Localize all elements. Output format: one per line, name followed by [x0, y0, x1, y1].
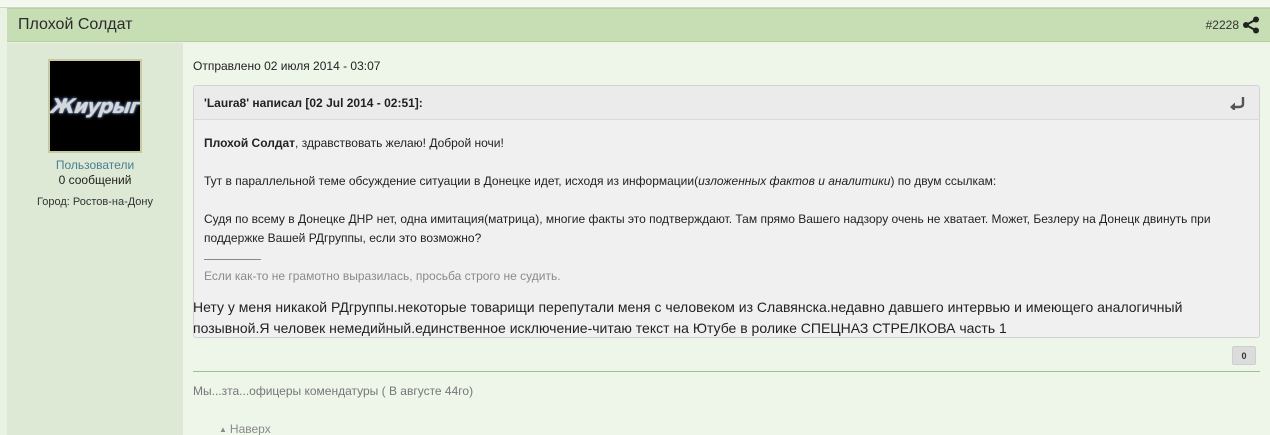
- quote-p2-italic: изложенных фактов и аналитики: [698, 174, 891, 188]
- back-to-top-label: Наверх: [229, 422, 271, 435]
- avatar[interactable]: Жиурыг: [48, 59, 142, 153]
- quote-p2-end: ) по двум ссылкам:: [890, 174, 997, 188]
- post-number-link[interactable]: #2228: [1206, 18, 1239, 32]
- post-header: Плохой Солдат #2228: [7, 8, 1270, 42]
- quote-greeting: , здравствовать желаю! Доброй ночи!: [295, 136, 504, 150]
- quote-signature: Если как-то не грамотно выразилась, прос…: [204, 269, 561, 283]
- post-title[interactable]: Плохой Солдат: [18, 16, 132, 34]
- post-date: Отправлено 02 июля 2014 - 03:07: [193, 59, 381, 73]
- quote-p2-start: Тут в параллельной теме обсуждение ситуа…: [204, 174, 699, 188]
- user-city: Город: Ростов-на-Дону: [37, 196, 153, 208]
- post-content: Отправлено 02 июля 2014 - 03:07 'Laura8'…: [183, 43, 1270, 435]
- share-icon[interactable]: [1242, 16, 1260, 34]
- quote-header: 'Laura8' написал [02 Jul 2014 - 02:51]:: [194, 86, 1259, 120]
- user-post-count: 0 сообщений: [58, 173, 132, 187]
- quote-mention: Плохой Солдат: [204, 136, 296, 150]
- quote-author: 'Laura8' написал [02 Jul 2014 - 02:51]:: [204, 96, 423, 110]
- quote-paragraph-2: Тут в параллельной теме обсуждение ситуа…: [204, 172, 996, 191]
- quote-paragraph-1: Плохой Солдат, здравствовать желаю! Добр…: [204, 134, 504, 153]
- user-signature: Мы...зта...офицеры комендатуры ( В авгус…: [193, 384, 474, 398]
- reputation-badge[interactable]: 0: [1232, 346, 1256, 365]
- author-sidebar: Жиурыг Пользователи 0 сообщений Город: Р…: [7, 43, 183, 435]
- up-arrow-icon: ▲: [219, 424, 227, 434]
- post-reply-text: Нету у меня никакой РДгруппы.некоторые т…: [193, 299, 1183, 336]
- user-group-link[interactable]: Пользователи: [7, 158, 183, 172]
- top-strip: [0, 0, 1270, 8]
- avatar-logo-text: Жиурыг: [49, 94, 141, 118]
- signature-divider-line: [193, 371, 1260, 372]
- quote-paragraph-3: Судя по всему в Донецке ДНР нет, одна им…: [204, 212, 1211, 245]
- back-to-top-link[interactable]: ▲ Наверх: [219, 422, 271, 435]
- quote-return-icon[interactable]: [1229, 96, 1245, 110]
- signature-divider: [204, 259, 261, 260]
